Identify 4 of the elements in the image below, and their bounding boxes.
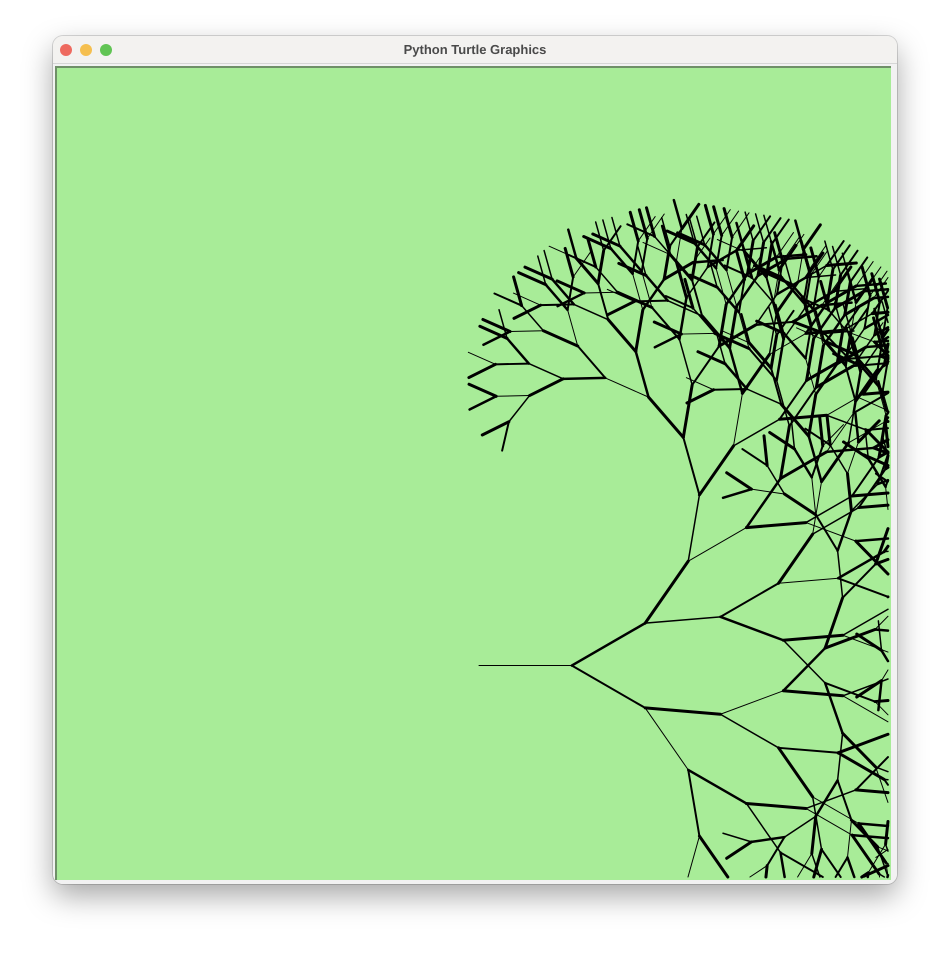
minimize-button[interactable]	[80, 44, 92, 56]
window-title: Python Turtle Graphics	[404, 42, 546, 57]
close-button[interactable]	[60, 44, 72, 56]
zoom-button[interactable]	[100, 44, 112, 56]
